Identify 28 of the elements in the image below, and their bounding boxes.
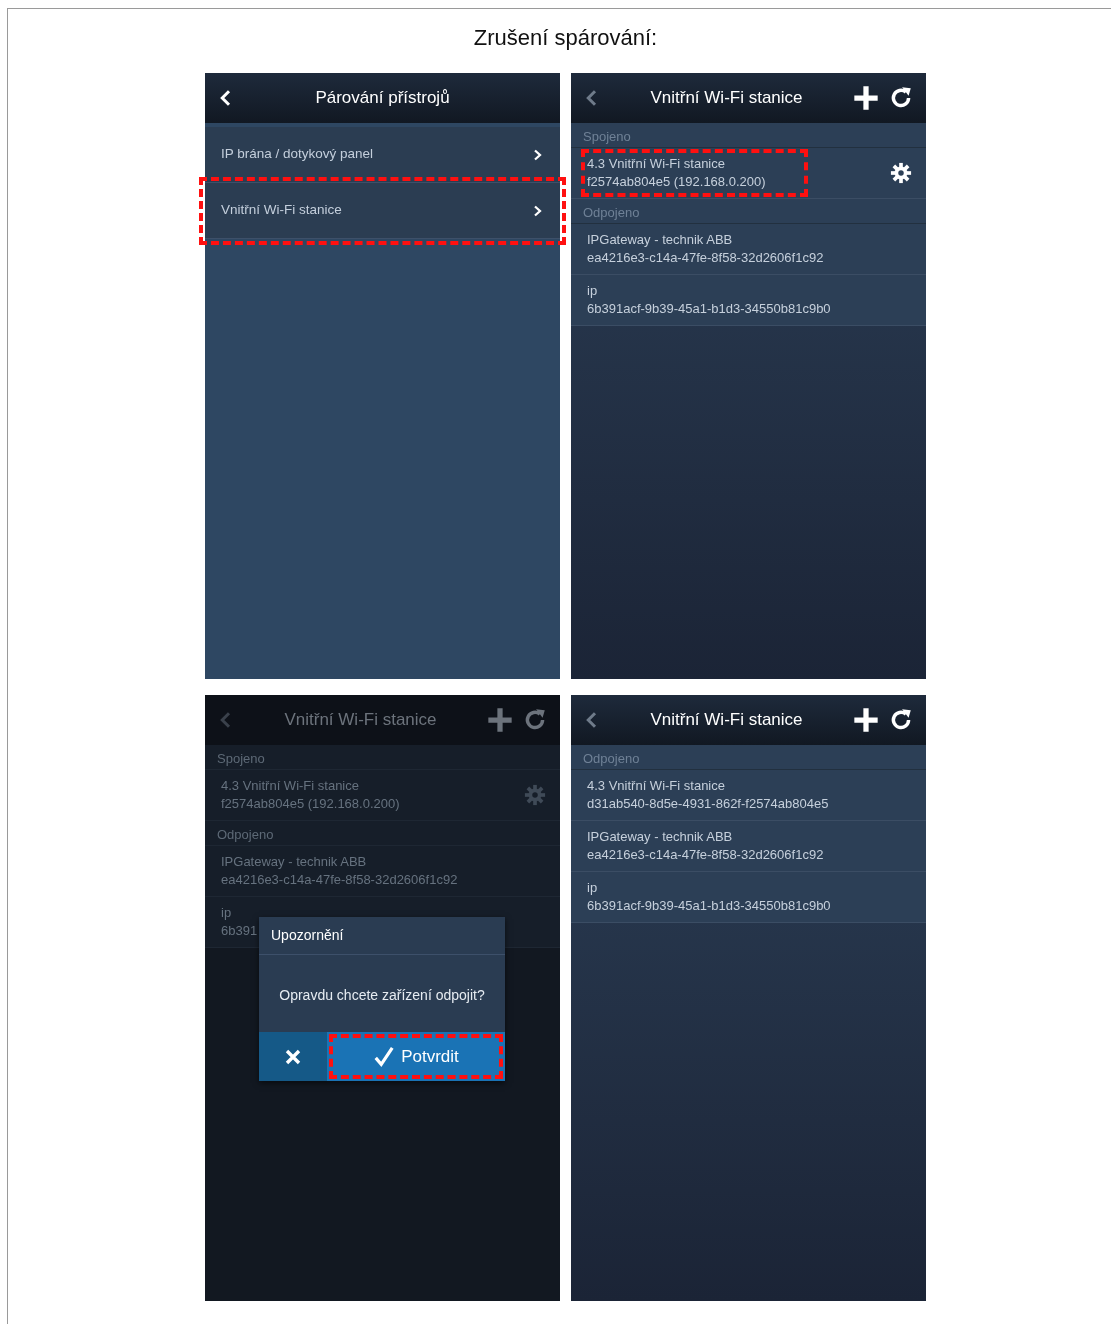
device-id: 6b391acf-9b39-45a1-b1d3-34550b81c9b0 [587, 300, 831, 318]
screen-title: Vnitřní Wi-Fi stanice [649, 87, 804, 110]
device-name: IPGateway - technik ABB [587, 231, 734, 249]
device-id: f2574ab804e5 (192.168.0.200) [221, 795, 400, 813]
device-id: ea4216e3-c14a-47fe-8f58-32d2606f1c92 [587, 249, 824, 267]
device-name: 4.3 Vnitřní Wi-Fi stanice [587, 777, 726, 795]
device-name: 4.3 Vnitřní Wi-Fi stanice [587, 155, 726, 173]
device-id: 6b391 [221, 922, 258, 940]
page-title: Zrušení spárování: [472, 24, 659, 52]
device-id: f2574ab804e5 (192.168.0.200) [587, 173, 766, 191]
device-name: IPGateway - technik ABB [587, 828, 734, 846]
device-id: 6b391acf-9b39-45a1-b1d3-34550b81c9b0 [587, 897, 831, 915]
dialog-message: Opravdu chcete zařízení odpojit? [278, 986, 486, 1005]
device-id: ea4216e3-c14a-47fe-8f58-32d2606f1c92 [587, 846, 824, 864]
screen-title: Párování přístrojů [314, 87, 451, 110]
device-id: ea4216e3-c14a-47fe-8f58-32d2606f1c92 [221, 871, 458, 889]
section-heading: Odpojeno [205, 821, 560, 846]
device-name: ip [221, 904, 233, 922]
device-id: d31ab540-8d5e-4931-862f-f2574ab804e5 [587, 795, 829, 813]
device-name: IPGateway - technik ABB [221, 853, 368, 871]
section-heading: Odpojeno [571, 199, 926, 224]
screen-title: Vnitřní Wi-Fi stanice [283, 709, 438, 732]
section-heading: Spojeno [205, 745, 560, 770]
device-name: ip [587, 282, 599, 300]
device-name: ip [587, 879, 599, 897]
dialog-title: Upozornění [259, 917, 505, 955]
device-name: 4.3 Vnitřní Wi-Fi stanice [221, 777, 360, 795]
screen-title: Vnitřní Wi-Fi stanice [649, 709, 804, 732]
